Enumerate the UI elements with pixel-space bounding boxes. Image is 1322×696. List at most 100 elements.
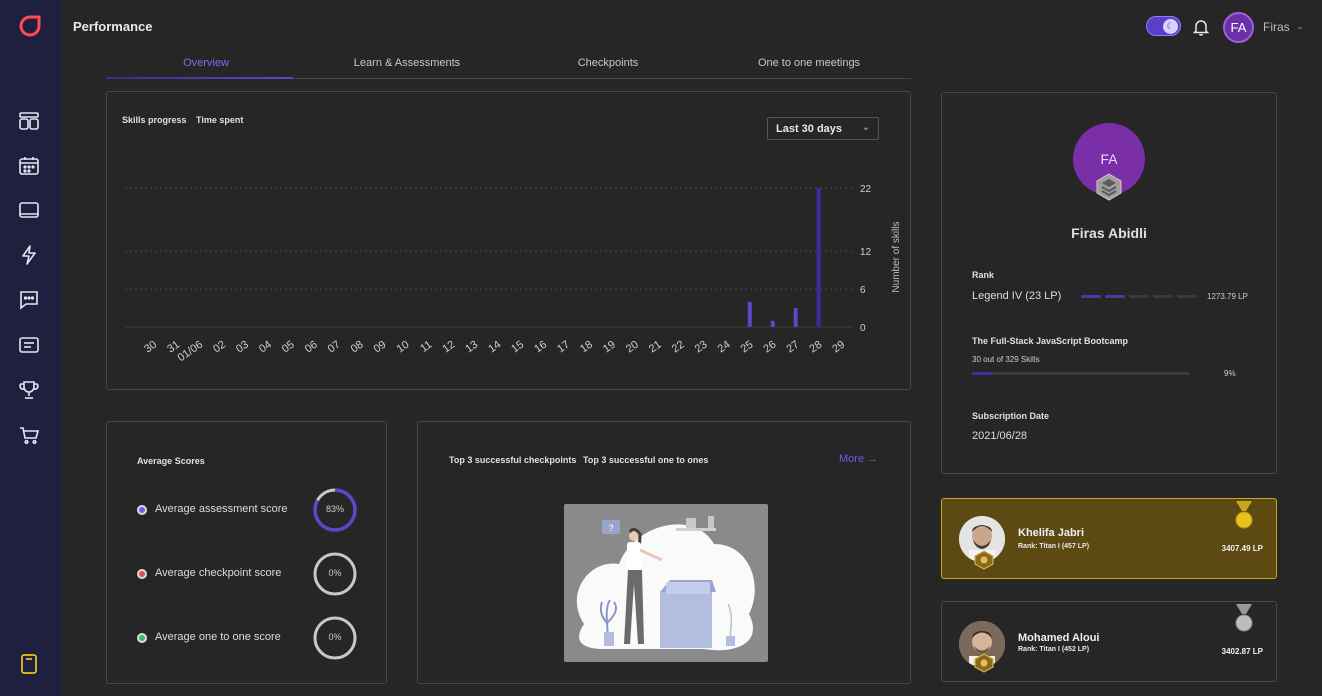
bell-icon[interactable]	[1193, 18, 1209, 36]
notebook-icon[interactable]	[18, 653, 40, 675]
course-progress-fill	[972, 372, 992, 375]
dashboard-icon[interactable]	[18, 110, 40, 132]
rank-progress-segment	[1153, 295, 1173, 298]
skills-chart: 061222Number of skills30 3101/06 02 03 04 05 0…	[125, 184, 902, 365]
bar	[747, 301, 752, 327]
subscription-date: 2021/06/28	[972, 430, 1028, 442]
score-label: Average checkpoint score	[155, 567, 282, 579]
tab-learn-assessments[interactable]: Learn & Assessments	[307, 57, 507, 69]
sidebar	[0, 0, 61, 696]
arrow-right-icon: →	[867, 453, 879, 465]
leader-name: Khelifa Jabri	[1018, 527, 1085, 539]
x-tick-label: 27	[784, 339, 801, 356]
rank-progress-segment	[1177, 295, 1197, 298]
more-link[interactable]: More →	[839, 453, 878, 465]
average-scores-title: Average Scores	[137, 456, 205, 466]
dark-mode-toggle[interactable]: ☾	[1146, 16, 1181, 36]
rank-value: Legend IV (23 LP)	[972, 290, 1062, 302]
chevron-down-icon[interactable]: ⌄	[1296, 21, 1304, 32]
rank-lp: 1273.79 LP	[1207, 292, 1248, 301]
x-tick-label: 02	[211, 339, 228, 356]
x-tick-label: 23	[693, 339, 710, 356]
score-legend-dot	[137, 633, 147, 643]
x-tick-label: 26	[762, 339, 779, 356]
x-tick-label: 05	[280, 339, 297, 356]
y-axis-label: Number of skills	[891, 221, 902, 292]
news-icon[interactable]	[18, 334, 40, 356]
profile-name: Firas Abidli	[1071, 225, 1147, 241]
score-value: 83%	[325, 504, 344, 514]
x-tick-label: 08	[349, 339, 366, 356]
silver-medal-icon	[1235, 604, 1253, 632]
tab-top-one-to-ones[interactable]: Top 3 successful one to ones	[583, 455, 708, 465]
x-tick-label: 29	[830, 339, 847, 356]
x-tick-label: 04	[257, 339, 274, 356]
x-tick-label: 22	[670, 339, 687, 356]
score-value: 0%	[328, 568, 342, 578]
x-tick-label: 17	[555, 339, 572, 356]
score-row: Average assessment score 83%	[137, 487, 362, 533]
gold-medal-icon	[1235, 501, 1253, 529]
y-tick-label: 6	[860, 285, 866, 296]
lightning-icon[interactable]	[18, 244, 40, 266]
calendar-icon[interactable]	[18, 155, 40, 177]
x-tick-label: 03	[234, 339, 251, 356]
leaderboard-entry[interactable]: Khelifa Jabri Rank: Titan I (457 LP) 340…	[941, 498, 1277, 579]
rank-progress-segment	[1129, 295, 1149, 298]
x-tick-label: 12	[440, 339, 457, 356]
x-tick-label: 16	[532, 339, 549, 356]
profile-card: FA Firas Abidli Rank Legend IV (23 LP) 1…	[941, 92, 1277, 474]
leader-lp: 3402.87 LP	[1221, 647, 1263, 656]
cart-icon[interactable]	[18, 424, 40, 446]
score-legend-dot	[137, 505, 147, 515]
score-legend-dot	[137, 569, 147, 579]
top-successful-card: Top 3 successful checkpoints Top 3 succe…	[417, 421, 911, 684]
rank-badge-icon	[1096, 173, 1122, 201]
bar	[793, 308, 798, 327]
rank-label: Rank	[972, 270, 995, 280]
tab-checkpoints[interactable]: Checkpoints	[508, 57, 708, 69]
skills-progress-card: Skills progress Time spent Last 30 days …	[106, 91, 911, 390]
x-tick-label: 13	[463, 339, 480, 356]
leader-rank: Rank: Titan I (452 LP)	[1018, 646, 1090, 653]
x-tick-label: 18	[578, 339, 595, 356]
tab-overview[interactable]: Overview	[106, 57, 306, 69]
moon-icon: ☾	[1163, 19, 1178, 34]
average-scores-card: Average Scores Average assessment score 8…	[106, 421, 387, 684]
course-label: The Full-Stack JavaScript Bootcamp	[972, 336, 1129, 346]
score-label: Average assessment score	[155, 503, 288, 515]
subscription-label: Subscription Date	[972, 411, 1050, 421]
leader-lp: 3407.49 LP	[1221, 544, 1263, 553]
performance-tabs: Overview Learn & Assessments Checkpoints…	[106, 52, 911, 79]
x-tick-label: 28	[807, 339, 824, 356]
y-tick-label: 0	[860, 323, 866, 334]
user-avatar[interactable]: FA	[1223, 12, 1254, 43]
active-tab-indicator	[106, 77, 293, 79]
x-tick-label: 15	[509, 339, 526, 356]
trophy-icon[interactable]	[18, 379, 40, 401]
x-tick-label: 30	[142, 339, 159, 356]
x-tick-label: 01/06	[176, 339, 205, 365]
course-progress-bar	[972, 372, 1190, 375]
leaderboard-entry[interactable]: Mohamed Aloui Rank: Titan I (452 LP) 340…	[941, 601, 1277, 682]
x-tick-label: 21	[647, 339, 664, 356]
tab-one-to-one[interactable]: One to one meetings	[709, 57, 909, 69]
page-title: Performance	[73, 19, 153, 34]
svg-text:?: ?	[608, 523, 613, 533]
rank-badge-icon	[974, 653, 994, 673]
tab-top-checkpoints[interactable]: Top 3 successful checkpoints	[449, 455, 576, 465]
y-tick-label: 12	[860, 247, 872, 258]
chat-icon[interactable]	[18, 289, 40, 311]
laptop-icon[interactable]	[18, 200, 40, 222]
rank-badge-icon	[974, 550, 994, 570]
x-tick-label: 06	[303, 339, 320, 356]
rank-progress-segment	[1105, 295, 1125, 298]
x-tick-label: 10	[395, 339, 412, 356]
x-tick-label: 25	[739, 339, 756, 356]
leader-rank: Rank: Titan I (457 LP)	[1018, 543, 1090, 550]
app-logo-icon[interactable]	[19, 15, 41, 37]
user-name[interactable]: Firas	[1263, 20, 1290, 34]
x-tick-label: 09	[372, 339, 389, 356]
empty-state-illustration: ?	[564, 504, 768, 662]
score-row: Average checkpoint score 0%	[137, 551, 362, 597]
